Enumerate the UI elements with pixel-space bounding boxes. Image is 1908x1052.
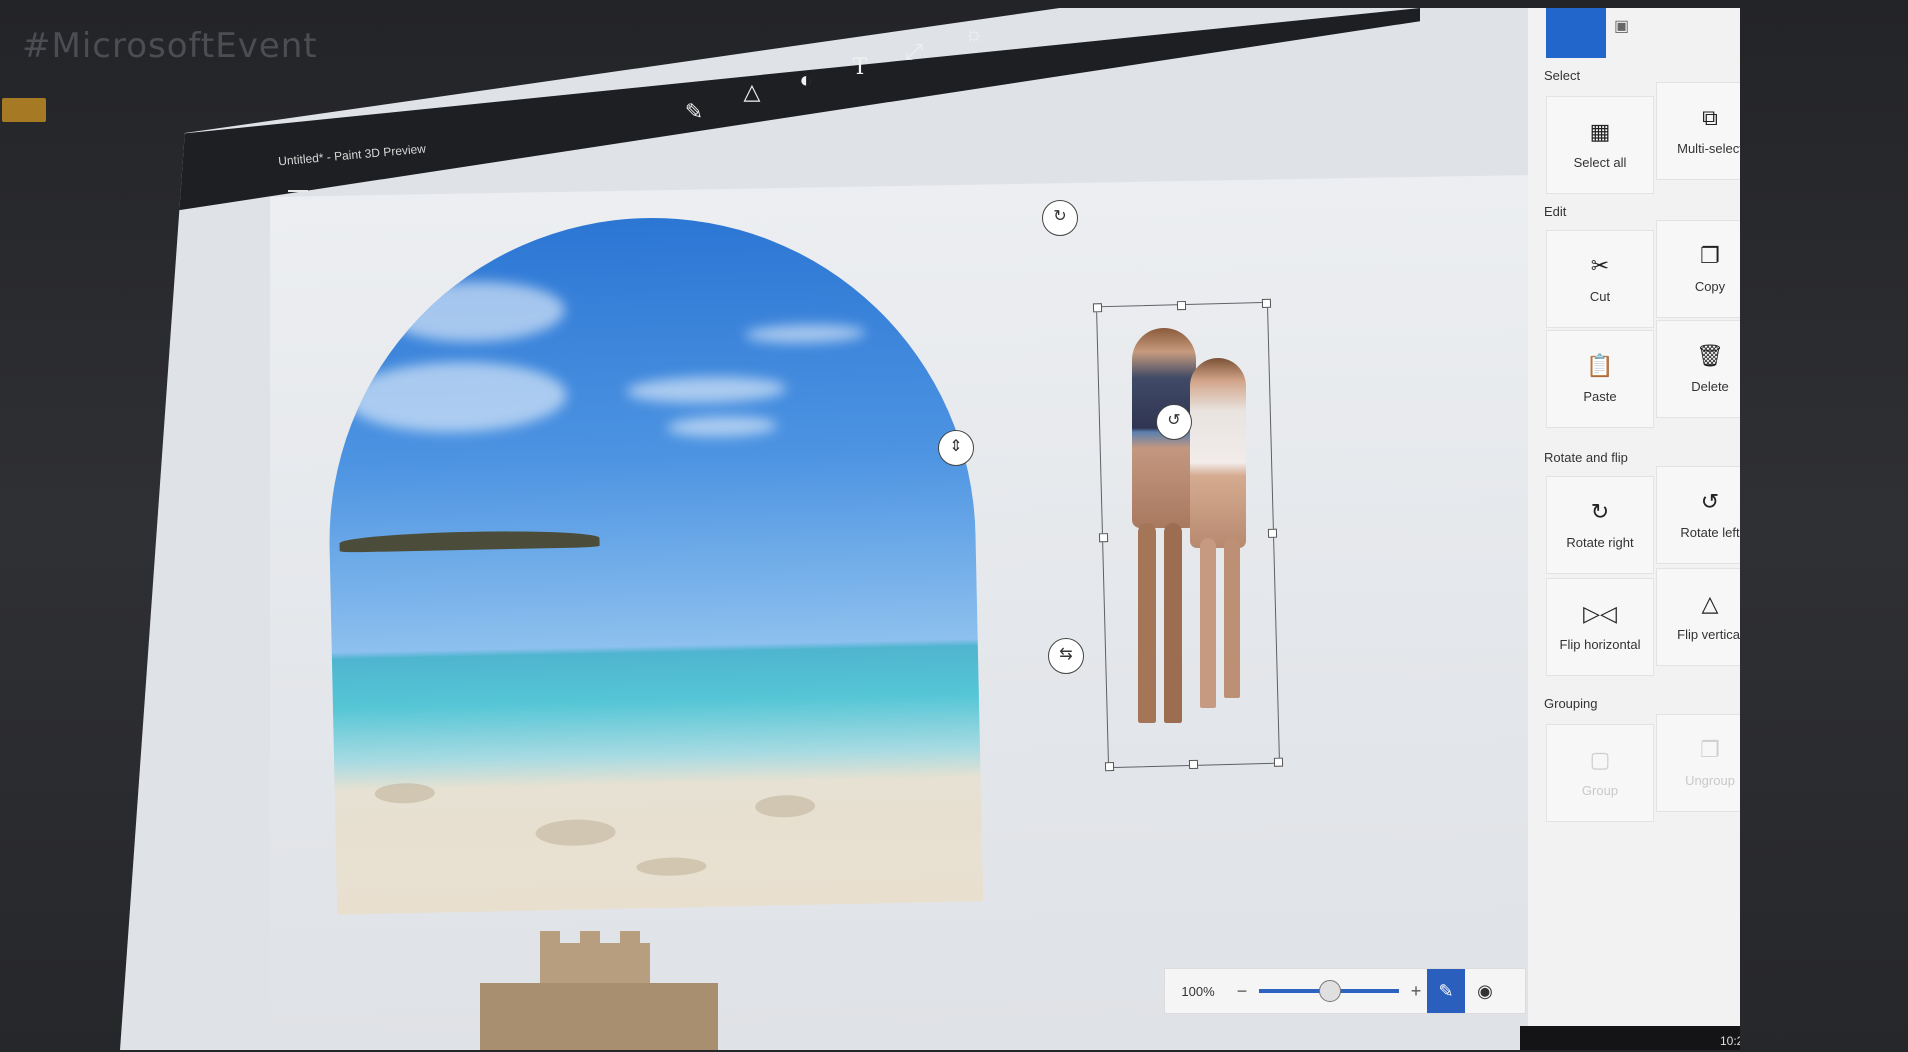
rotate-section-label: Rotate and flip: [1544, 450, 1628, 465]
flip-horizontal-icon: ▷◁: [1583, 600, 1617, 626]
zoom-slider[interactable]: [1259, 980, 1399, 1002]
zoom-slider-thumb[interactable]: [1319, 980, 1341, 1002]
resize-handle[interactable]: [1092, 303, 1103, 313]
zoom-percent: 100%: [1181, 983, 1215, 999]
zoom-in-button[interactable]: +: [1405, 981, 1427, 1002]
rotate-y-control-icon[interactable]: ↺: [1156, 404, 1192, 440]
ungroup-button[interactable]: ❐ Ungroup: [1656, 714, 1740, 812]
resize-handle[interactable]: [1273, 757, 1284, 767]
sticker-icon[interactable]: ◐: [792, 66, 820, 94]
girls-cutout[interactable]: [1120, 328, 1260, 738]
effects-icon[interactable]: ☼: [960, 20, 988, 48]
rotate-z-control-icon[interactable]: ↻: [1042, 200, 1078, 236]
cube-icon[interactable]: △: [738, 78, 766, 106]
select-section-label: Select: [1544, 68, 1581, 83]
resize-handle[interactable]: [1261, 298, 1272, 308]
trash-icon: 🗑: [1696, 342, 1724, 368]
rotate-right-button[interactable]: ↻ Rotate right: [1546, 476, 1654, 574]
resize-handle[interactable]: [1176, 300, 1187, 311]
resize-handle[interactable]: [1188, 759, 1199, 770]
taskbar: 10:21 AM: [1520, 1026, 1740, 1050]
edit-section-label: Edit: [1544, 204, 1567, 219]
stage-light: [2, 98, 46, 122]
cut-button[interactable]: ✂ Cut: [1546, 230, 1654, 328]
group-icon: ▢: [1589, 746, 1611, 772]
select-all-icon: ▦: [1589, 118, 1611, 144]
select-panel: ▣ Select ▦ Select all ⧉ Multi-select Edi…: [1528, 8, 1740, 1038]
flip-vertical-icon: △: [1701, 590, 1719, 616]
select-tool-tab[interactable]: [1546, 8, 1606, 58]
resize-handle[interactable]: [1104, 762, 1115, 772]
clipboard-icon: 📋: [1586, 352, 1614, 378]
multi-select-button[interactable]: ⧉ Multi-select: [1656, 82, 1740, 180]
view-3d-icon[interactable]: ◉: [1465, 981, 1505, 1002]
group-button[interactable]: ▢ Group: [1546, 724, 1654, 822]
main-toolbar: ✎ △ ◐ T ⤢ ☼: [680, 20, 1040, 124]
zoom-out-button[interactable]: −: [1231, 981, 1253, 1002]
rotate-left-button[interactable]: ↺ Rotate left: [1656, 466, 1740, 564]
projected-screen: ✎ △ ◐ T ⤢ ☼ Untitled* - Paint 3D Preview: [120, 8, 1740, 1050]
island: [339, 529, 600, 553]
scissors-icon: ✂: [1590, 252, 1610, 278]
flip-horizontal-button[interactable]: ▷◁ Flip horizontal: [1546, 578, 1654, 676]
ungroup-icon: ❐: [1700, 736, 1720, 762]
crop-tool-icon[interactable]: ▣: [1614, 16, 1629, 36]
zoom-bar: 100% − + ✎ ◉: [1164, 968, 1526, 1014]
copy-icon: ❐: [1700, 242, 1720, 268]
brush-icon[interactable]: ✎: [680, 98, 708, 126]
delete-button[interactable]: 🗑 Delete: [1656, 320, 1740, 418]
copy-button[interactable]: ❐ Copy: [1656, 220, 1740, 318]
resize-handle[interactable]: [1267, 528, 1278, 538]
rotate-x-control-icon[interactable]: ⇕: [938, 430, 974, 466]
text-icon[interactable]: T: [846, 54, 874, 82]
flip-vertical-button[interactable]: △ Flip vertical: [1656, 568, 1740, 666]
event-hashtag: #MicrosoftEvent: [22, 26, 318, 66]
resize-handle[interactable]: [1098, 533, 1109, 543]
grouping-section-label: Grouping: [1544, 696, 1598, 711]
rotate-left-icon: ↺: [1700, 488, 1720, 514]
paste-button[interactable]: 📋 Paste: [1546, 330, 1654, 428]
presentation-backdrop: #MicrosoftEvent ✎ △ ◐ T ⤢ ☼ Untitled* - …: [0, 0, 1908, 1052]
multi-select-icon: ⧉: [1702, 104, 1718, 130]
select-all-button[interactable]: ▦ Select all: [1546, 96, 1654, 194]
sandcastle-sticker[interactable]: [480, 931, 718, 1050]
beach-arch-image[interactable]: [322, 211, 984, 915]
canvas-icon[interactable]: ⤢: [900, 38, 928, 66]
taskbar-clock: 10:21 AM: [1720, 1034, 1740, 1048]
rotate-right-icon: ↻: [1590, 498, 1610, 524]
brush-mode-icon[interactable]: ✎: [1427, 969, 1465, 1013]
depth-control-icon[interactable]: ⇆: [1048, 638, 1084, 674]
